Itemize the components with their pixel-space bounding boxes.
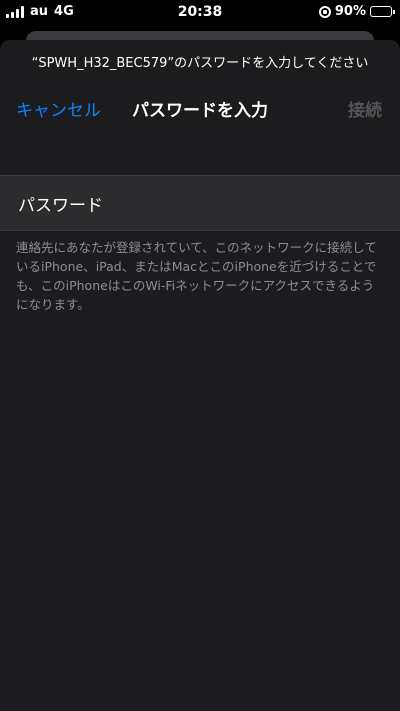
battery-icon (370, 6, 395, 17)
password-sheet: “SPWH_H32_BEC579”のパスワードを入力してください キャンセル パ… (0, 40, 400, 711)
password-label: パスワード (18, 195, 103, 216)
connect-button[interactable]: 接続 (348, 96, 382, 121)
password-input[interactable] (119, 175, 400, 231)
password-field-row[interactable]: パスワード (0, 175, 400, 231)
field-bottom-divider (0, 230, 400, 231)
footer-note: 連絡先にあなたが登録されていて、このネットワークに接続しているiPhone、iP… (16, 240, 377, 312)
battery-percent: 90% (334, 4, 366, 19)
nav-title: パスワードを入力 (132, 101, 268, 121)
status-bar: au 4G 20:38 90% (0, 0, 400, 24)
status-right: 90% (318, 4, 395, 19)
rotation-lock-icon (318, 5, 331, 18)
sheet-prompt: “SPWH_H32_BEC579”のパスワードを入力してください (31, 56, 369, 71)
nav-bar: キャンセル パスワードを入力 接続 (0, 96, 400, 121)
